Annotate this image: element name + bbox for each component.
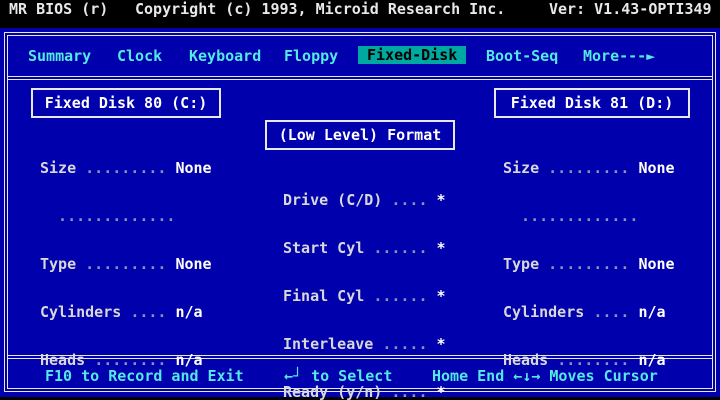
menu-item-floppy[interactable]: Floppy [284,48,338,64]
setting-value[interactable]: * [437,287,446,305]
menu-item-clock[interactable]: Clock [117,48,162,64]
setting-value[interactable]: * [437,383,446,400]
setting-value[interactable]: None [175,159,211,177]
setting-row-type: Type ......... None [503,255,675,273]
enter-key-icon: ←┘ [284,367,303,385]
setting-row-cylinders: Cylinders .... n/a [40,303,203,321]
setting-row-type: Type ......... None [40,255,212,273]
setting-value[interactable]: n/a [638,303,665,321]
setting-row-size: Size ......... None [503,159,675,177]
fixed-disk-c-panel: Size ......... None ............. Type .… [40,128,212,400]
status-select-hint: ←┘ to Select [284,368,392,384]
status-cursor-hint: Home End ←↓→ Moves Cursor [432,367,658,385]
bios-version: Ver: V1.43-OPTI349 [549,0,712,18]
low-level-format-panel: Drive (C/D) .... * Start Cyl ...... * Fi… [283,160,446,400]
setting-value[interactable]: None [175,255,211,273]
menu-divider [8,76,712,80]
setting-row-cylinders: Cylinders .... n/a [503,303,666,321]
setting-row-size: Size ......... None [40,159,212,177]
menu-item-summary[interactable]: Summary [28,48,91,64]
bios-copyright: Copyright (c) 1993, Microid Research Inc… [135,0,506,18]
setting-row-interleave: Interleave ..... * [283,335,446,353]
row-separator: ............. [503,207,639,225]
bios-brand: MR BIOS (r) [9,0,109,18]
low-level-format-title-box: (Low Level) Format [265,120,455,150]
fixed-disk-c-title-box: Fixed Disk 80 (C:) [31,88,221,118]
setting-value[interactable]: * [437,335,446,353]
setting-row-drive: Drive (C/D) .... * [283,191,446,209]
fixed-disk-c-title: Fixed Disk 80 (C:) [44,94,208,112]
setting-row-start-cyl: Start Cyl ...... * [283,239,446,257]
fixed-disk-d-title-box: Fixed Disk 81 (D:) [494,88,690,118]
menu-item-fixed-disk[interactable]: Fixed-Disk [358,46,467,64]
status-select-label: to Select [311,367,393,385]
menu-item-keyboard[interactable]: Keyboard [189,48,261,64]
menu-item-boot-seq[interactable]: Boot-Seq [486,48,558,64]
setting-value[interactable]: n/a [175,303,202,321]
row-separator: ............. [40,207,176,225]
setting-row-heads: Heads ........ n/a [503,351,666,369]
fixed-disk-d-panel: Size ......... None ............. Type .… [503,128,675,400]
setting-value[interactable]: None [638,255,674,273]
menu-item-more[interactable]: More---► [583,48,655,64]
status-record-hint: F10 to Record and Exit [45,367,244,385]
setting-value[interactable]: * [437,239,446,257]
setting-row-ready: Ready (y/n) .... * [283,383,446,400]
setting-value[interactable]: * [437,191,446,209]
setting-row-heads: Heads ........ n/a [40,351,203,369]
fixed-disk-d-title: Fixed Disk 81 (D:) [510,94,674,112]
bios-screen: MR BIOS (r) Copyright (c) 1993, Microid … [0,0,720,400]
setting-value[interactable]: None [638,159,674,177]
setting-row-final-cyl: Final Cyl ...... * [283,287,446,305]
low-level-format-title: (Low Level) Format [278,126,442,144]
